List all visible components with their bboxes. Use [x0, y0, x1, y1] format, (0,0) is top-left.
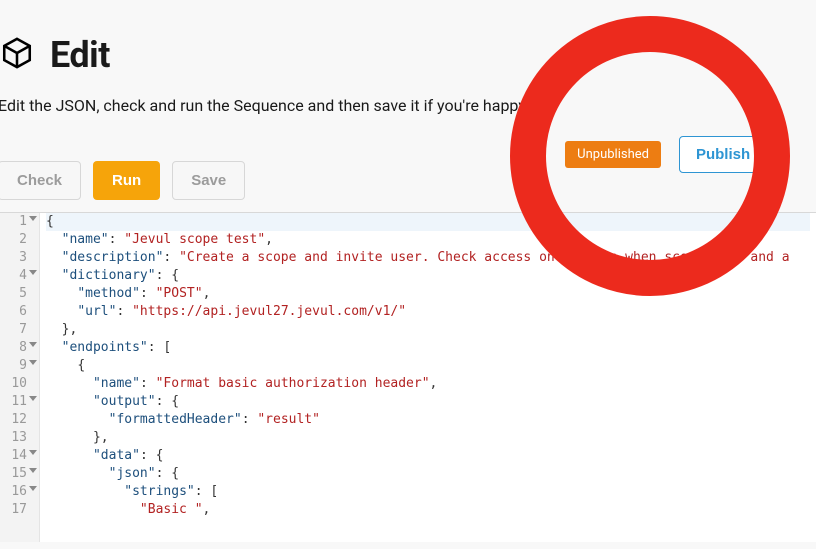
- code-line[interactable]: "url": "https://api.jevul27.jevul.com/v1…: [46, 303, 810, 321]
- fold-icon[interactable]: [29, 360, 37, 365]
- line-number: 17: [4, 501, 37, 519]
- header: Edit: [0, 0, 816, 76]
- code-line[interactable]: {: [46, 357, 810, 375]
- run-button[interactable]: Run: [93, 161, 160, 200]
- editor-code[interactable]: { "name": "Jevul scope test", "descripti…: [40, 213, 816, 542]
- fold-icon[interactable]: [29, 270, 37, 275]
- code-line[interactable]: "Basic ",: [46, 501, 810, 519]
- json-editor[interactable]: 1234567891011121314151617 { "name": "Jev…: [0, 212, 816, 542]
- code-line[interactable]: "method": "POST",: [46, 285, 810, 303]
- line-number: 1: [4, 213, 37, 231]
- code-line[interactable]: "name": "Jevul scope test",: [46, 231, 810, 249]
- code-line[interactable]: "description": "Create a scope and invit…: [46, 249, 810, 267]
- status-badge-unpublished: Unpublished: [565, 141, 661, 168]
- fold-icon[interactable]: [29, 468, 37, 473]
- cube-icon: [0, 36, 34, 74]
- code-line[interactable]: },: [46, 429, 810, 447]
- line-number: 8: [4, 339, 37, 357]
- line-number: 7: [4, 321, 37, 339]
- code-line[interactable]: "dictionary": {: [46, 267, 810, 285]
- line-number: 2: [4, 231, 37, 249]
- fold-icon[interactable]: [29, 396, 37, 401]
- publish-row: Unpublished Publish v0: [565, 136, 788, 173]
- save-button[interactable]: Save: [172, 161, 245, 200]
- line-number: 3: [4, 249, 37, 267]
- code-line[interactable]: "name": "Format basic authorization head…: [46, 375, 810, 393]
- line-number: 13: [4, 429, 37, 447]
- check-button[interactable]: Check: [0, 161, 81, 200]
- code-line[interactable]: "json": {: [46, 465, 810, 483]
- line-number: 4: [4, 267, 37, 285]
- line-number: 9: [4, 357, 37, 375]
- fold-icon[interactable]: [29, 216, 37, 221]
- code-line[interactable]: "output": {: [46, 393, 810, 411]
- code-line[interactable]: "formattedHeader": "result": [46, 411, 810, 429]
- fold-icon[interactable]: [29, 342, 37, 347]
- fold-icon[interactable]: [29, 486, 37, 491]
- code-line[interactable]: },: [46, 321, 810, 339]
- line-number: 5: [4, 285, 37, 303]
- code-line[interactable]: "endpoints": [: [46, 339, 810, 357]
- page-title: Edit: [50, 34, 110, 76]
- line-number: 11: [4, 393, 37, 411]
- line-number: 10: [4, 375, 37, 393]
- line-number: 6: [4, 303, 37, 321]
- code-line[interactable]: "strings": [: [46, 483, 810, 501]
- code-line[interactable]: {: [46, 213, 810, 231]
- code-line[interactable]: "data": {: [46, 447, 810, 465]
- line-number: 12: [4, 411, 37, 429]
- editor-gutter: 1234567891011121314151617: [0, 213, 40, 542]
- line-number: 14: [4, 447, 37, 465]
- publish-button[interactable]: Publish v0: [679, 136, 788, 173]
- line-number: 16: [4, 483, 37, 501]
- subtitle: Edit the JSON, check and run the Sequenc…: [0, 96, 816, 115]
- line-number: 15: [4, 465, 37, 483]
- fold-icon[interactable]: [29, 450, 37, 455]
